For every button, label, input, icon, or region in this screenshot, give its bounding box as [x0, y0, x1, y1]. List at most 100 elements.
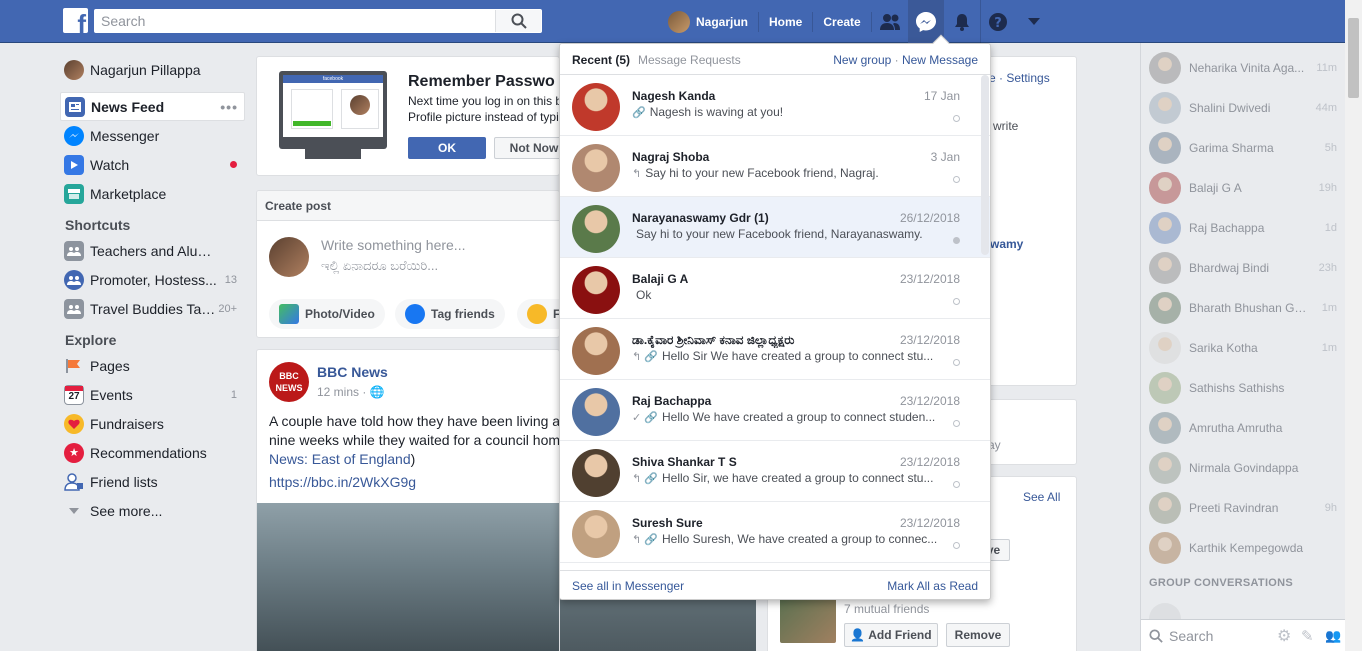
mark-read-dot[interactable]: [953, 359, 960, 366]
chat-contact-name: Bharath Bhushan Go...: [1189, 301, 1309, 315]
suggested-friend-avatar[interactable]: [780, 595, 836, 643]
search-button[interactable]: [495, 10, 541, 32]
ok-button[interactable]: OK: [408, 137, 486, 159]
sidebar-item-messenger[interactable]: Messenger: [60, 121, 245, 150]
right-column-name[interactable]: wamy: [990, 237, 1023, 251]
left-sidebar: Nagarjun Pillappa News Feed ••• Messenge…: [60, 55, 245, 525]
mark-all-as-read-link[interactable]: Mark All as Read: [887, 579, 978, 593]
chat-contact[interactable]: Nirmala Govindappa: [1149, 448, 1339, 488]
create-new-group-item[interactable]: [1149, 603, 1339, 619]
message-thread[interactable]: Suresh Sure 23/12/2018 ↰ 🔗 Hello Suresh, We…: [560, 502, 990, 563]
mark-read-dot[interactable]: [953, 542, 960, 549]
mark-read-dot[interactable]: [953, 115, 960, 122]
mark-read-dot[interactable]: [953, 298, 960, 305]
help-button[interactable]: ?: [979, 0, 1016, 43]
search-input[interactable]: [95, 10, 495, 32]
post-url-link[interactable]: https://bbc.in/2WkXG9g: [269, 473, 559, 492]
more-options-icon[interactable]: •••: [220, 99, 238, 115]
messenger-dropdown: Recent (5) Message Requests New group · …: [559, 34, 991, 600]
shortcut-item[interactable]: Promoter, Hostess... 13: [60, 265, 245, 294]
not-now-button[interactable]: Not Now: [494, 137, 559, 159]
message-avatar: [572, 205, 620, 253]
nav-profile-link[interactable]: Nagarjun: [696, 11, 760, 32]
tab-message-requests[interactable]: Message Requests: [638, 53, 741, 67]
explore-item-fundraisers[interactable]: Fundraisers: [60, 409, 245, 438]
post-author[interactable]: BBC News: [317, 364, 388, 380]
chat-contact[interactable]: Amrutha Amrutha: [1149, 408, 1339, 448]
post-time[interactable]: 12 mins · 🌐: [317, 385, 385, 399]
shortcut-item[interactable]: Teachers and Alum...: [60, 236, 245, 265]
nav-avatar[interactable]: [668, 10, 690, 33]
chat-avatar: [1149, 452, 1181, 484]
message-sender: Shiva Shankar T S: [632, 455, 737, 469]
tab-recent[interactable]: Recent (5): [572, 53, 630, 67]
create-post-input[interactable]: Write something here...: [321, 237, 465, 253]
nav-home-link[interactable]: Home: [759, 11, 814, 32]
see-all-in-messenger-link[interactable]: See all in Messenger: [572, 579, 684, 593]
chat-search-bar[interactable]: Search ⚙ ✎ 👥: [1141, 619, 1346, 651]
chat-contact[interactable]: Sathishs Sathishs: [1149, 368, 1339, 408]
chat-contact[interactable]: Raj Bachappa 1d: [1149, 208, 1339, 248]
chat-contact[interactable]: Shalini Dwivedi 44m: [1149, 88, 1339, 128]
create-group-icon[interactable]: 👥: [1325, 628, 1341, 644]
message-thread[interactable]: Nagraj Shoba 3 Jan ↰ Say hi to your new Fac…: [560, 136, 990, 197]
message-thread[interactable]: Raj Bachappa 23/12/2018 ✓ 🔗 Hello We have c…: [560, 380, 990, 441]
chat-contact[interactable]: Balaji G A 19h: [1149, 168, 1339, 208]
feeling-button[interactable]: Fe: [517, 299, 559, 329]
message-sender: Suresh Sure: [632, 516, 703, 530]
nav-create-link[interactable]: Create: [813, 11, 872, 32]
sidebar-item-marketplace[interactable]: Marketplace: [60, 179, 245, 208]
chat-contact[interactable]: Preeti Ravindran 9h: [1149, 488, 1339, 528]
chat-contact[interactable]: Bhardwaj Bindi 23h: [1149, 248, 1339, 288]
notifications-button[interactable]: [944, 0, 980, 43]
explore-item-friend-lists[interactable]: Friend lists: [60, 467, 245, 496]
explore-item-recommendations[interactable]: ★ Recommendations: [60, 438, 245, 467]
create-post-input-kannada[interactable]: ಇಲ್ಲಿ ಏನಾದರೂ ಬರೆಯಿರಿ...: [321, 258, 438, 274]
compose-icon[interactable]: ✎: [1301, 627, 1314, 645]
explore-item-pages[interactable]: Pages: [60, 351, 245, 380]
bbc-news-logo[interactable]: BBC NEWS: [269, 362, 309, 402]
remove-button[interactable]: Remove: [946, 623, 1010, 647]
add-friend-button[interactable]: 👤 Add Friend: [844, 623, 938, 647]
photo-video-button[interactable]: Photo/Video: [269, 299, 385, 329]
post-inline-link[interactable]: News: East of England: [269, 451, 411, 467]
settings-link[interactable]: ve · Settings: [983, 71, 1050, 85]
dropdown-scrollbar[interactable]: [981, 75, 989, 255]
sidebar-item-news-feed[interactable]: News Feed •••: [60, 92, 245, 121]
profile-avatar: [64, 59, 84, 80]
see-all-link[interactable]: See All: [1023, 490, 1060, 504]
shortcut-item[interactable]: Travel Buddies Talk... 20+: [60, 294, 245, 323]
message-snippet: ✓ 🔗 Hello We have created a group to conn…: [632, 410, 936, 424]
explore-label: Pages: [90, 357, 130, 374]
see-more-link[interactable]: See more...: [60, 496, 245, 525]
facebook-logo-icon[interactable]: f: [63, 8, 88, 33]
explore-item-events[interactable]: 27 Events 1: [60, 380, 245, 409]
chat-contact[interactable]: Bharath Bhushan Go... 1m: [1149, 288, 1339, 328]
page-scrollbar[interactable]: [1345, 0, 1362, 651]
tag-friends-button[interactable]: Tag friends: [395, 299, 505, 329]
chat-contact[interactable]: Neharika Vinita Aga... 11m: [1149, 48, 1339, 88]
message-thread[interactable]: Nagesh Kanda 17 Jan 🔗 Nagesh is waving at y…: [560, 75, 990, 136]
sidebar-item-watch[interactable]: Watch: [60, 150, 245, 179]
bell-icon: [954, 13, 969, 31]
post-image[interactable]: [257, 503, 559, 651]
scrollbar-thumb[interactable]: [1348, 18, 1359, 98]
message-thread[interactable]: Balaji G A 23/12/2018 Ok: [560, 258, 990, 319]
new-group-link[interactable]: New group: [833, 53, 891, 67]
message-thread[interactable]: ಡಾ.ಕೈವಾರ ಶ್ರೀನಿವಾಸ್ ಕನಾವ ಜಿಲ್ಲಾಧ್ಯಕ್ಷರು 2…: [560, 319, 990, 380]
sidebar-profile[interactable]: Nagarjun Pillappa: [60, 55, 245, 84]
mark-read-dot[interactable]: [953, 481, 960, 488]
chat-contact[interactable]: Karthik Kempegowda: [1149, 528, 1339, 568]
message-thread[interactable]: Narayanaswamy Gdr (1) 26/12/2018 Say hi to…: [560, 197, 990, 258]
mark-read-dot[interactable]: [953, 237, 960, 244]
gear-icon[interactable]: ⚙: [1277, 626, 1291, 646]
message-thread[interactable]: Shiva Shankar T S 23/12/2018 ↰ 🔗 Hello Sir,…: [560, 441, 990, 502]
mark-read-dot[interactable]: [953, 420, 960, 427]
group-icon: [64, 240, 84, 261]
friend-requests-button[interactable]: [872, 0, 908, 43]
mark-read-dot[interactable]: [953, 176, 960, 183]
chat-contact[interactable]: Garima Sharma 5h: [1149, 128, 1339, 168]
account-menu-button[interactable]: [1016, 0, 1052, 43]
new-message-link[interactable]: New Message: [902, 53, 978, 67]
chat-contact[interactable]: Sarika Kotha 1m: [1149, 328, 1339, 368]
